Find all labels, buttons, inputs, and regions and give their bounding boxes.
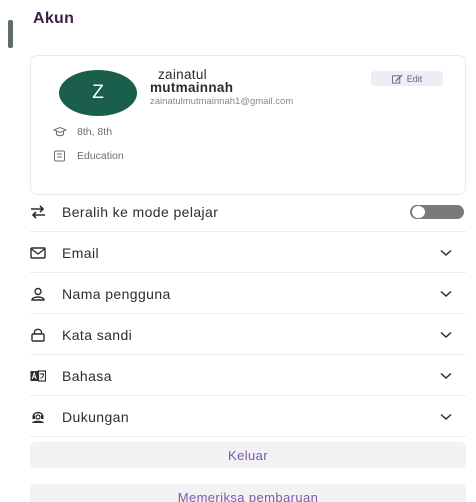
grade-text: 8th, 8th (77, 126, 113, 138)
book-icon (54, 150, 65, 162)
chevron-down-icon (440, 290, 452, 298)
profile-name-line2: mutmainnah (150, 80, 234, 95)
settings-item-label: Bahasa (62, 367, 112, 384)
graduation-cap-icon (53, 126, 67, 137)
lock-icon (30, 327, 52, 343)
student-mode-label: Beralih ke mode pelajar (62, 203, 219, 220)
settings-item-label: Email (62, 244, 100, 261)
settings-item-email[interactable]: Email (30, 233, 466, 273)
student-mode-toggle[interactable] (410, 205, 464, 219)
support-icon (30, 409, 52, 425)
edit-label: Edit (406, 73, 423, 84)
chevron-down-icon (440, 249, 452, 257)
settings-item-label: Kata sandi (62, 326, 133, 343)
avatar-initial: Z (92, 82, 104, 103)
profile-card: Z zainatul mutmainnah zainatulmutmainnah… (30, 55, 466, 195)
settings-item-support[interactable]: Dukungan (30, 397, 466, 437)
language-icon (30, 368, 52, 384)
page-title: Akun (33, 10, 75, 27)
student-mode-row[interactable]: Beralih ke mode pelajar (30, 192, 466, 232)
settings-item-password[interactable]: Kata sandi (30, 315, 466, 355)
settings-item-language[interactable]: Bahasa (30, 356, 466, 396)
chevron-down-icon (440, 331, 452, 339)
logout-button[interactable]: Keluar (30, 442, 466, 468)
user-icon (30, 286, 52, 302)
left-accent-bar (8, 20, 13, 48)
settings-item-label: Dukungan (62, 408, 130, 425)
profile-name: zainatul mutmainnah (150, 68, 310, 95)
mail-icon (30, 245, 52, 261)
settings-item-username[interactable]: Nama pengguna (30, 274, 466, 314)
profile-email: zainatulmutmainnah1@gmail.com (150, 96, 294, 107)
switch-icon (30, 204, 52, 220)
check-update-button[interactable]: Memeriksa pembaruan (30, 484, 466, 502)
subject-row: Education (53, 150, 124, 162)
subject-text: Education (77, 150, 124, 162)
chevron-down-icon (440, 372, 452, 380)
chevron-down-icon (440, 413, 452, 421)
grade-row: 8th, 8th (53, 126, 112, 138)
edit-profile-button[interactable]: Edit (371, 71, 443, 86)
edit-icon (391, 73, 403, 84)
settings-item-label: Nama pengguna (62, 285, 171, 302)
avatar: Z (59, 70, 137, 116)
